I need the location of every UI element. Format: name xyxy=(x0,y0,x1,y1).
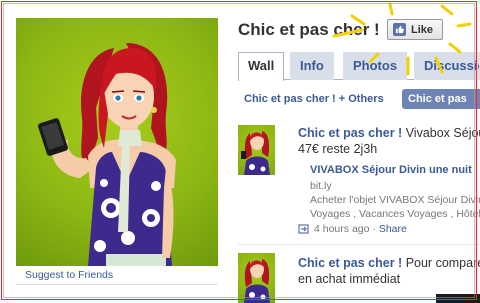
post-text-line2: 47€ reste 2j3h xyxy=(298,142,378,156)
post-text-line2: en achat immédiat xyxy=(298,272,401,286)
cartoon-woman-illustration xyxy=(38,43,176,266)
avatar-illustration xyxy=(244,259,270,303)
post-time[interactable]: 4 hours ago xyxy=(314,223,369,235)
share-link[interactable]: Share xyxy=(379,223,407,235)
link-description-line2: Voyages , Vacances Voyages , Hôtel xyxy=(310,208,480,220)
post-avatar[interactable] xyxy=(238,253,275,303)
link-domain: bit.ly xyxy=(310,180,332,192)
link-title[interactable]: VIVABOX Séjour Divin une nuit xyxy=(310,164,472,176)
post-text-line1: Vivabox Séjour xyxy=(405,126,480,140)
post-meta: 4 hours ago · Share xyxy=(298,223,407,235)
sparkle-highlight-icon xyxy=(332,2,472,76)
post-avatar[interactable] xyxy=(238,125,275,175)
link-description-line1: Acheter l'objet VIVABOX Séjour Divin xyxy=(310,194,480,206)
tab-wall[interactable]: Wall xyxy=(238,52,285,81)
post-divider xyxy=(238,244,480,245)
filter-others-link[interactable]: Chic et pas cher ! + Others xyxy=(244,93,384,105)
tab-info[interactable]: Info xyxy=(290,52,334,80)
post-text-line1: Pour comparer xyxy=(405,256,480,270)
post-body: Chic et pas cher ! Vivabox Séjour 47€ re… xyxy=(298,125,480,157)
post-body: Chic et pas cher ! Pour comparer en acha… xyxy=(298,255,480,287)
suggest-to-friends-link[interactable]: Suggest to Friends xyxy=(25,269,113,281)
avatar-illustration xyxy=(241,131,270,175)
post-author[interactable]: Chic et pas cher ! xyxy=(298,256,402,270)
link-preview-thumbnail[interactable] xyxy=(436,294,480,303)
post-author[interactable]: Chic et pas cher ! xyxy=(298,126,402,140)
filter-page-only-button[interactable]: Chic et pas cher ! xyxy=(402,89,480,125)
profile-picture[interactable] xyxy=(16,18,218,266)
divider xyxy=(16,284,218,285)
link-icon xyxy=(298,223,310,235)
